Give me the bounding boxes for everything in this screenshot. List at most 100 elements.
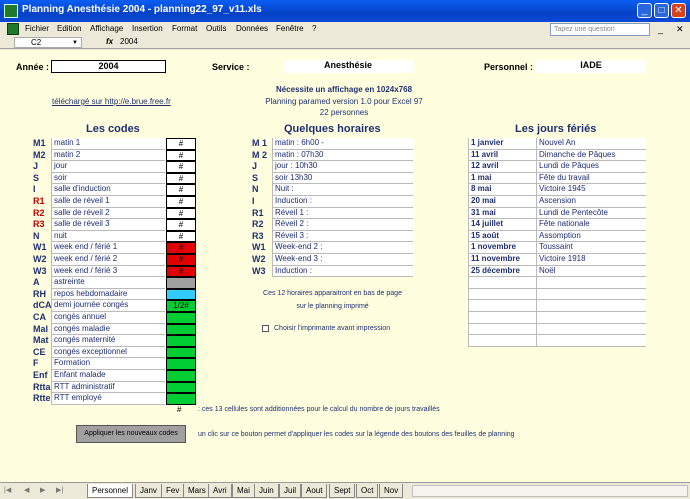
- workbook-minimize-button[interactable]: _: [658, 24, 663, 34]
- code-color-4[interactable]: #: [166, 184, 196, 196]
- code-color-15[interactable]: [166, 312, 196, 324]
- sheet-tab-9[interactable]: Sept: [329, 484, 356, 498]
- code-color-22[interactable]: [166, 393, 196, 405]
- formula-input[interactable]: 2004: [120, 37, 138, 46]
- ferie-name-14[interactable]: [536, 300, 646, 312]
- sheet-tab-6[interactable]: Juin: [254, 484, 279, 498]
- horaire-label-7[interactable]: Réveil 2 :: [272, 219, 413, 231]
- menu-outils[interactable]: Outils: [206, 24, 226, 33]
- code-color-2[interactable]: #: [166, 161, 196, 173]
- annee-cell[interactable]: 2004: [51, 60, 166, 73]
- sheet-tab-10[interactable]: Oct: [356, 484, 379, 498]
- ferie-name-2[interactable]: Lundi de Pâques: [536, 161, 646, 173]
- menu-donnees[interactable]: Données: [236, 24, 268, 33]
- ferie-name-4[interactable]: Victoire 1945: [536, 184, 646, 196]
- code-label-19[interactable]: Formation: [51, 358, 165, 370]
- ferie-name-0[interactable]: Nouvel An: [536, 138, 646, 150]
- ferie-name-10[interactable]: Victoire 1918: [536, 254, 646, 266]
- code-color-10[interactable]: #: [166, 254, 196, 266]
- code-color-0[interactable]: #: [166, 138, 196, 150]
- ferie-date-14[interactable]: [468, 300, 536, 312]
- ferie-name-3[interactable]: Fête du travail: [536, 172, 646, 185]
- prev-sheet-button[interactable]: ◀: [24, 486, 29, 494]
- ferie-name-11[interactable]: Noël: [536, 265, 646, 278]
- code-label-21[interactable]: RTT administratif: [51, 381, 165, 394]
- maximize-button[interactable]: □: [654, 3, 669, 18]
- menu-insertion[interactable]: Insertion: [132, 24, 163, 33]
- personnel-cell[interactable]: IADE: [536, 60, 646, 73]
- sheet-tab-1[interactable]: Janv: [135, 484, 162, 498]
- code-label-6[interactable]: salle de réveil 2: [51, 207, 165, 220]
- menu-help[interactable]: ?: [312, 24, 316, 33]
- ferie-date-5[interactable]: 20 mai: [468, 196, 536, 208]
- last-sheet-button[interactable]: ▶|: [56, 486, 63, 494]
- ferie-date-3[interactable]: 1 mai: [468, 172, 536, 185]
- code-label-3[interactable]: soir: [51, 172, 165, 185]
- download-link[interactable]: téléchargé sur http://e.brue.free.fr: [52, 97, 171, 106]
- code-label-2[interactable]: jour: [51, 161, 165, 173]
- apply-codes-button[interactable]: Appliquer les nouveaux codes: [76, 425, 186, 443]
- code-label-9[interactable]: week end / férié 1: [51, 242, 165, 254]
- horaire-label-8[interactable]: Réveil 3 :: [272, 230, 413, 243]
- code-color-17[interactable]: [166, 335, 196, 347]
- help-question-input[interactable]: Tapez une question: [550, 23, 650, 36]
- code-label-0[interactable]: matin 1: [51, 138, 165, 150]
- sheet-tab-11[interactable]: Nov: [379, 484, 404, 498]
- code-label-18[interactable]: congés exceptionnel: [51, 346, 165, 359]
- ferie-date-15[interactable]: [468, 312, 536, 324]
- ferie-name-1[interactable]: Dimanche de Pâques: [536, 149, 646, 162]
- code-label-10[interactable]: week end / férié 2: [51, 254, 165, 266]
- code-label-14[interactable]: demi journée congés: [51, 300, 165, 312]
- code-label-20[interactable]: Enfant malade: [51, 370, 165, 382]
- code-color-13[interactable]: [166, 288, 196, 301]
- menu-edition[interactable]: Edition: [57, 24, 81, 33]
- first-sheet-button[interactable]: |◀: [4, 486, 11, 494]
- code-label-4[interactable]: salle d'induction: [51, 184, 165, 196]
- sheet-tab-8[interactable]: Aout: [301, 484, 328, 498]
- sheet-tab-3[interactable]: Mars: [183, 484, 211, 498]
- code-color-11[interactable]: #: [166, 265, 196, 278]
- ferie-name-5[interactable]: Ascension: [536, 196, 646, 208]
- code-label-1[interactable]: matin 2: [51, 149, 165, 162]
- next-sheet-button[interactable]: ▶: [40, 486, 45, 494]
- code-label-17[interactable]: congés maternité: [51, 335, 165, 347]
- name-box[interactable]: C2 ▼: [14, 37, 82, 48]
- horizontal-scrollbar[interactable]: [412, 485, 688, 497]
- code-label-22[interactable]: RTT employé: [51, 393, 165, 405]
- service-cell[interactable]: Anesthésie: [283, 60, 413, 73]
- printer-checkbox[interactable]: [262, 325, 269, 332]
- code-color-14[interactable]: 1/2#: [166, 300, 196, 312]
- sheet-tab-0[interactable]: Personnel: [87, 484, 134, 498]
- code-label-12[interactable]: astreinte: [51, 277, 165, 289]
- workbook-icon[interactable]: [7, 23, 19, 35]
- ferie-date-12[interactable]: [468, 277, 536, 289]
- code-color-9[interactable]: #: [166, 242, 196, 254]
- sheet-tab-5[interactable]: Mai: [232, 484, 255, 498]
- menu-affichage[interactable]: Affichage: [90, 24, 123, 33]
- code-label-7[interactable]: salle de réveil 3: [51, 219, 165, 231]
- horaire-label-1[interactable]: matin : 07h30: [272, 149, 413, 162]
- horaire-label-10[interactable]: Week-end 3 :: [272, 254, 413, 266]
- ferie-name-7[interactable]: Fête nationale: [536, 219, 646, 231]
- ferie-date-1[interactable]: 11 avril: [468, 149, 536, 162]
- ferie-date-0[interactable]: 1 janvier: [468, 138, 536, 150]
- code-color-21[interactable]: [166, 381, 196, 394]
- ferie-name-16[interactable]: [536, 323, 646, 336]
- minimize-button[interactable]: _: [637, 3, 652, 18]
- horaire-label-9[interactable]: Week-end 2 :: [272, 242, 413, 254]
- ferie-date-17[interactable]: [468, 335, 536, 347]
- menu-fenetre[interactable]: Fenêtre: [276, 24, 304, 33]
- ferie-name-15[interactable]: [536, 312, 646, 324]
- ferie-date-8[interactable]: 15 août: [468, 230, 536, 243]
- workbook-close-button[interactable]: ✕: [676, 24, 684, 35]
- ferie-name-6[interactable]: Lundi de Pentecôte: [536, 207, 646, 220]
- ferie-date-2[interactable]: 12 avril: [468, 161, 536, 173]
- code-color-19[interactable]: [166, 358, 196, 370]
- code-color-1[interactable]: #: [166, 149, 196, 162]
- ferie-date-9[interactable]: 1 novembre: [468, 242, 536, 254]
- ferie-date-10[interactable]: 11 novembre: [468, 254, 536, 266]
- code-color-16[interactable]: [166, 323, 196, 336]
- ferie-date-7[interactable]: 14 juillet: [468, 219, 536, 231]
- code-label-11[interactable]: week end / férié 3: [51, 265, 165, 278]
- horaire-label-0[interactable]: matin : 6h00 -: [272, 138, 413, 150]
